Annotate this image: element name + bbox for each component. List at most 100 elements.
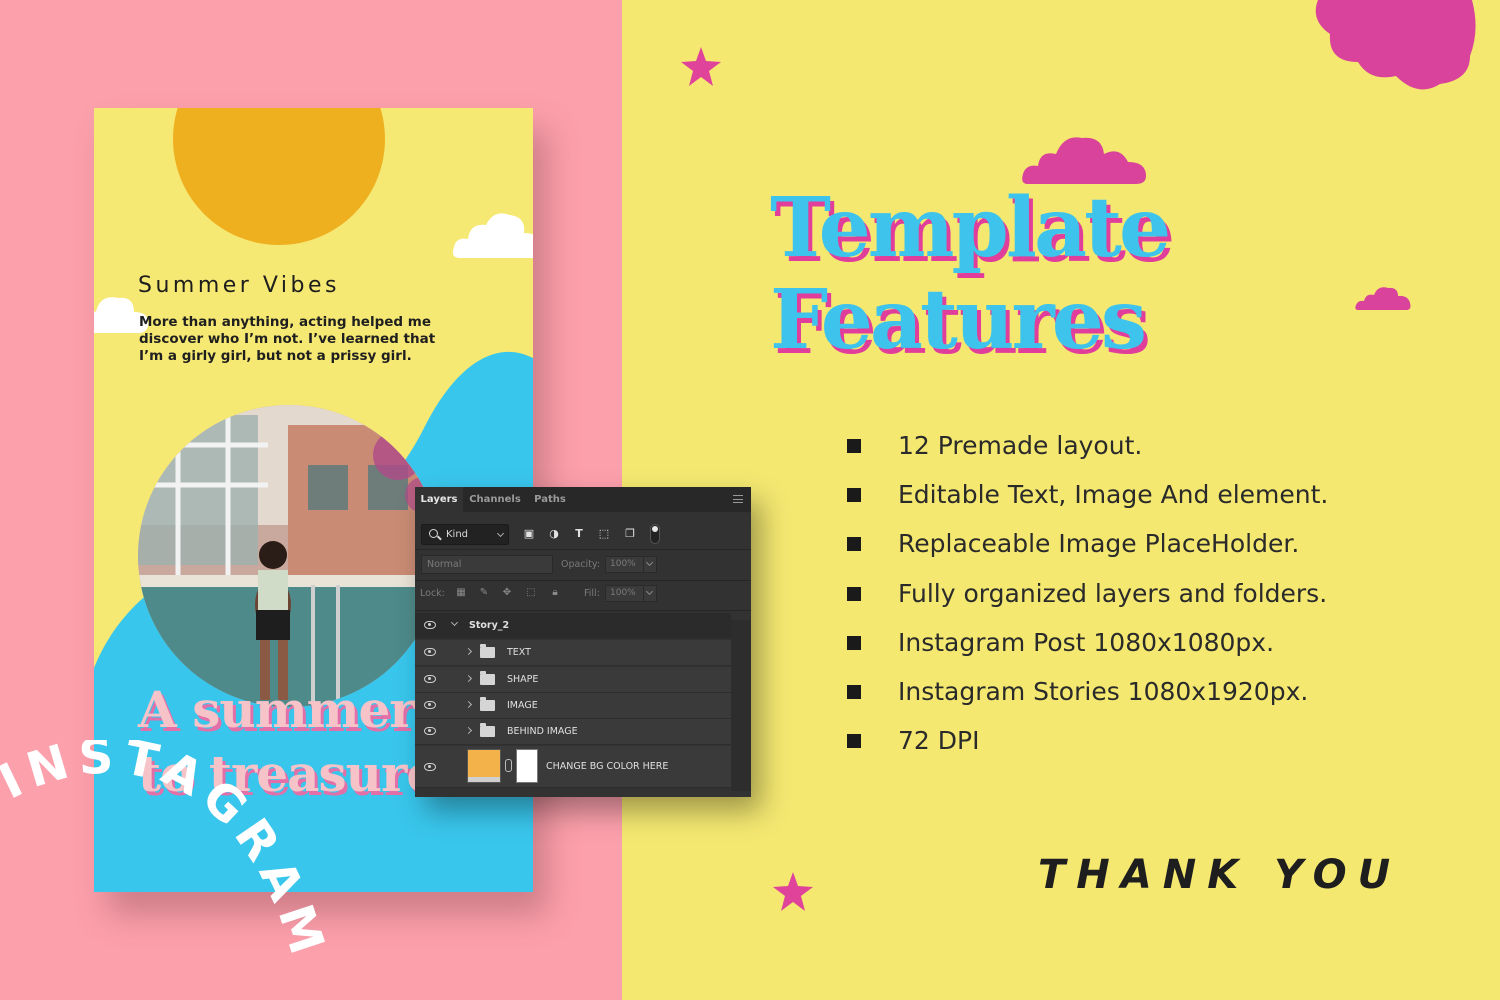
- adjustment-filter-icon[interactable]: ◑: [547, 527, 561, 541]
- cloud-icon: [1315, 0, 1476, 90]
- pixel-filter-icon[interactable]: ▣: [522, 527, 536, 541]
- feature-text: Editable Text, Image And element.: [898, 480, 1329, 510]
- feature-text: Instagram Post 1080x1080px.: [898, 627, 1275, 657]
- layers-scrollbar[interactable]: [731, 620, 751, 791]
- visibility-eye-icon[interactable]: [424, 763, 436, 771]
- expand-chevron-icon[interactable]: [464, 674, 473, 683]
- lock-transparent-icon[interactable]: ▦: [455, 587, 467, 599]
- layer-group-behind-image[interactable]: BEHIND IMAGE: [415, 719, 731, 745]
- feature-text: 72 DPI: [898, 726, 980, 756]
- fill-dropdown[interactable]: [643, 585, 657, 602]
- feature-text: Fully organized layers and folders.: [898, 578, 1328, 608]
- visibility-eye-icon[interactable]: [424, 701, 436, 709]
- layer-mask-thumbnail: [516, 749, 538, 783]
- collapse-chevron-icon[interactable]: [450, 618, 459, 627]
- svg-text:INSTAGRAM: INSTAGRAM: [0, 740, 330, 968]
- tab-paths[interactable]: Paths: [527, 487, 573, 512]
- lock-artboard-icon[interactable]: ⬚: [525, 587, 537, 599]
- square-bullet-icon: [847, 586, 861, 601]
- story-image-placeholder: [138, 405, 440, 707]
- color-fill-thumbnail: [467, 749, 501, 783]
- tab-layers[interactable]: Layers: [415, 487, 463, 512]
- square-bullet-icon: [847, 734, 861, 749]
- square-bullet-icon: [847, 488, 861, 503]
- star-icon: [773, 872, 813, 911]
- feature-item: Instagram Stories 1080x1920px.: [846, 670, 1446, 719]
- expand-chevron-icon[interactable]: [464, 726, 473, 735]
- thank-you-text: THANK YOU: [1038, 852, 1402, 898]
- feature-text: Instagram Stories 1080x1920px.: [898, 676, 1309, 706]
- cloud-icon: [1022, 137, 1146, 184]
- feature-item: Instagram Post 1080x1080px.: [846, 621, 1446, 670]
- folder-icon: [480, 644, 495, 658]
- divider: [415, 580, 751, 581]
- cloud-icon: [1355, 287, 1411, 310]
- features-list: 12 Premade layout. Editable Text, Image …: [846, 424, 1446, 768]
- divider: [415, 610, 751, 611]
- layer-group-image[interactable]: IMAGE: [415, 693, 731, 719]
- expand-chevron-icon[interactable]: [464, 700, 473, 709]
- feature-item: Fully organized layers and folders.: [846, 572, 1446, 621]
- features-title-line-1: Template: [770, 180, 1171, 276]
- square-bullet-icon: [847, 439, 861, 453]
- layer-name: TEXT: [507, 647, 531, 658]
- layer-group-shape[interactable]: SHAPE: [415, 667, 731, 693]
- story-title: Summer Vibes: [138, 273, 340, 298]
- feature-text: 12 Premade layout.: [898, 431, 1143, 460]
- square-bullet-icon: [847, 537, 861, 552]
- instagram-arc-label: INSTAGRAM: [0, 740, 329, 968]
- layer-name: CHANGE BG COLOR HERE: [546, 761, 669, 772]
- star-icon: [681, 47, 721, 86]
- cloud-icon: [452, 213, 533, 259]
- visibility-eye-icon[interactable]: [424, 621, 436, 629]
- layer-name: SHAPE: [507, 674, 539, 685]
- filter-toggle-switch[interactable]: [650, 524, 660, 544]
- opacity-label: Opacity:: [561, 559, 601, 570]
- feature-item: 72 DPI: [846, 719, 1446, 768]
- opacity-dropdown[interactable]: [643, 556, 657, 573]
- type-filter-icon[interactable]: T: [572, 527, 586, 541]
- lock-all-icon[interactable]: 🔒︎: [549, 587, 561, 599]
- filter-kind-select[interactable]: Kind: [421, 524, 509, 545]
- search-icon: [429, 529, 438, 538]
- layer-bg-color[interactable]: CHANGE BG COLOR HERE: [415, 746, 731, 788]
- layer-name: BEHIND IMAGE: [507, 726, 578, 737]
- blend-mode-select[interactable]: Normal: [421, 555, 553, 574]
- pool-photo: [138, 405, 440, 707]
- layer-name: IMAGE: [507, 700, 538, 711]
- layer-group-text[interactable]: TEXT: [415, 640, 731, 666]
- folder-icon: [480, 723, 495, 737]
- lock-position-move-icon[interactable]: ✥: [501, 587, 513, 599]
- square-bullet-icon: [847, 635, 861, 650]
- feature-item: 12 Premade layout.: [846, 424, 1446, 473]
- feature-text: Replaceable Image PlaceHolder.: [898, 529, 1300, 559]
- feature-item: Editable Text, Image And element.: [846, 473, 1446, 522]
- sun-shape: [173, 108, 385, 245]
- feature-item: Replaceable Image PlaceHolder.: [846, 522, 1446, 571]
- lock-label: Lock:: [420, 588, 445, 599]
- instagram-arc-text: INSTAGRAM: [0, 740, 330, 968]
- visibility-eye-icon[interactable]: [424, 675, 436, 683]
- chevron-down-icon: [496, 529, 505, 538]
- panel-menu-icon[interactable]: [733, 495, 743, 503]
- layers-panel: Layers Channels Paths Kind ▣ ◑ T ⬚ ❐ Nor…: [415, 487, 751, 797]
- divider: [415, 549, 751, 550]
- shape-filter-icon[interactable]: ⬚: [597, 527, 611, 541]
- folder-icon: [480, 671, 495, 685]
- square-bullet-icon: [847, 684, 861, 699]
- expand-chevron-icon[interactable]: [464, 647, 473, 656]
- tab-channels[interactable]: Channels: [463, 487, 527, 512]
- visibility-eye-icon[interactable]: [424, 727, 436, 735]
- link-icon[interactable]: [505, 759, 512, 772]
- features-title-line-2: Features: [770, 272, 1147, 368]
- lock-image-brush-icon[interactable]: ✎: [478, 587, 490, 599]
- story-body-text: More than anything, acting helped me dis…: [139, 314, 436, 364]
- blend-mode-label: Normal: [427, 559, 462, 570]
- visibility-eye-icon[interactable]: [424, 648, 436, 656]
- fill-label: Fill:: [584, 588, 600, 599]
- panel-tab-bar: Layers Channels Paths: [415, 487, 751, 512]
- layer-name: Story_2: [469, 620, 510, 631]
- layer-group-story[interactable]: Story_2: [415, 613, 731, 639]
- folder-icon: [480, 697, 495, 711]
- smart-object-filter-icon[interactable]: ❐: [623, 527, 637, 541]
